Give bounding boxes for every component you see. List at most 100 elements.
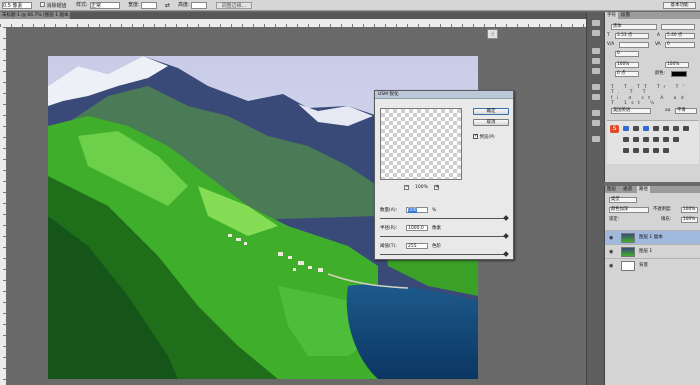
leading-field[interactable]: 5.40 点 [665, 33, 695, 39]
refine-edge-button[interactable]: 调整边缘... [216, 2, 252, 9]
preview-checkbox[interactable]: 预览(P) [473, 133, 495, 141]
cancel-button[interactable]: 取消 [473, 119, 509, 126]
unsharp-mask-dialog: USM 锐化 确定 取消 预览(P) − 100% + 数量(A): 500 %… [374, 90, 514, 260]
preview-window[interactable] [380, 108, 462, 180]
tab-character[interactable]: 字符 [605, 12, 618, 19]
style-icon-17[interactable] [653, 148, 659, 153]
layer-thumbnail [621, 233, 635, 243]
brush-icon[interactable] [592, 136, 600, 142]
blend-mode-select[interactable]: 颜色加深 [609, 207, 649, 213]
height-field[interactable] [191, 2, 207, 9]
character-icon[interactable] [592, 110, 600, 116]
style-icon-18[interactable] [663, 148, 669, 153]
amount-row: 数量(A): 500 % [380, 207, 510, 214]
layer-row[interactable]: ◉ 背景 [605, 258, 700, 272]
style-select[interactable]: 正常 [90, 2, 120, 9]
kerning-field[interactable] [619, 42, 649, 48]
threshold-label: 阈值(T): [380, 244, 397, 249]
tab-paragraph[interactable]: 段落 [619, 12, 632, 19]
type-style-buttons[interactable]: T T TT Tr T' T, T T [611, 85, 700, 95]
vertical-ruler [0, 27, 6, 385]
amount-input[interactable]: 500 [406, 207, 428, 213]
style-icon-10[interactable] [643, 137, 649, 142]
tab-layers[interactable]: 图层 [605, 186, 618, 193]
style-icon-15[interactable] [633, 148, 639, 153]
masks-icon[interactable] [592, 94, 600, 100]
style-icon-7[interactable] [683, 126, 689, 131]
horizontal-ruler [0, 19, 586, 27]
style-icon-16[interactable] [643, 148, 649, 153]
style-icon-8[interactable] [623, 137, 629, 142]
antialias-method-select[interactable]: 平滑 [675, 108, 697, 114]
antialias-check-icon[interactable] [40, 2, 45, 7]
threshold-slider-thumb[interactable] [503, 251, 509, 257]
width-field[interactable] [141, 2, 157, 9]
checkmark-icon[interactable] [473, 133, 478, 139]
threshold-slider[interactable] [380, 251, 509, 257]
opentype-buttons[interactable]: fi σ st A ad T 1st ½ [611, 96, 700, 106]
antialias-checkbox[interactable]: 消除锯齿 [40, 2, 67, 9]
font-family-select[interactable]: 黑体 [611, 24, 657, 30]
layer-name[interactable]: 图层 1 副本 [639, 231, 663, 245]
vertical-scale-field[interactable]: 100% [615, 62, 639, 68]
zoom-in-button[interactable]: + [434, 185, 439, 190]
hand-icon[interactable]: ☝ [487, 29, 498, 39]
dialog-title[interactable]: USM 锐化 [375, 91, 513, 99]
layer-kind-filter[interactable]: 类型 [609, 197, 637, 203]
threshold-row: 阈值(T): 255 色阶 [380, 243, 510, 250]
style-icon-9[interactable] [633, 137, 639, 142]
tab-paths[interactable]: 路径 [637, 186, 650, 193]
visibility-eye-icon[interactable]: ◉ [609, 249, 615, 255]
tsume-field[interactable]: 0 [615, 51, 639, 57]
swap-icon[interactable]: ⇄ [165, 2, 170, 9]
paragraph-icon[interactable] [592, 120, 600, 126]
layer-name[interactable]: 背景 [639, 259, 648, 273]
color-icon[interactable] [592, 48, 600, 54]
adjustments-icon[interactable] [592, 84, 600, 90]
font-size-field[interactable]: 3.53 点 [615, 33, 649, 39]
radius-slider[interactable] [380, 233, 509, 239]
styles-icon[interactable] [592, 68, 600, 74]
layer-row[interactable]: ◉ 图层 1 [605, 244, 700, 258]
style-icon-11[interactable] [653, 137, 659, 142]
tracking-field[interactable]: 0 [665, 42, 695, 48]
radius-slider-thumb[interactable] [503, 233, 509, 239]
style-icon-12[interactable] [663, 137, 669, 142]
preview-label: 预览(P) [479, 135, 495, 140]
actions-icon[interactable] [592, 30, 600, 36]
style-icon-14[interactable] [623, 148, 629, 153]
style-icon-2[interactable] [633, 126, 639, 131]
horizontal-scale-field[interactable]: 100% [665, 62, 689, 68]
document-tab[interactable]: 未标题-1 @ 66.7% (图层 1 副本, RGB/8) [0, 12, 70, 25]
swatches-icon[interactable] [592, 58, 600, 64]
s-logo-icon[interactable]: S [610, 125, 619, 133]
workspace-select[interactable]: 基本功能 [663, 2, 696, 9]
history-icon[interactable] [592, 20, 600, 26]
amount-slider[interactable] [380, 215, 509, 221]
text-color-swatch[interactable] [671, 71, 687, 77]
zoom-out-button[interactable]: − [404, 185, 409, 190]
feather-size-field[interactable]: 0.5 像素 [2, 2, 32, 9]
style-icon-6[interactable] [673, 126, 679, 131]
style-icon-1[interactable] [623, 126, 629, 131]
opacity-field[interactable]: 100% [681, 207, 698, 213]
language-select[interactable]: 美国英语 [611, 108, 651, 114]
ok-button[interactable]: 确定 [473, 108, 509, 115]
baseline-shift-field[interactable]: 0 点 [615, 71, 639, 77]
style-icon-13[interactable] [673, 137, 679, 142]
font-style-select[interactable] [661, 24, 695, 30]
radius-input[interactable]: 1000.0 [406, 225, 428, 231]
layer-name[interactable]: 图层 1 [639, 245, 652, 259]
style-icon-4[interactable] [653, 126, 659, 131]
lock-label: 锁定: [609, 217, 620, 222]
visibility-eye-icon[interactable]: ◉ [609, 235, 615, 241]
style-icon-5[interactable] [663, 126, 669, 131]
threshold-input[interactable]: 255 [406, 243, 428, 249]
antialias-label: 消除锯齿 [46, 3, 67, 9]
layer-row[interactable]: ◉ 图层 1 副本 [605, 230, 700, 244]
tab-channels[interactable]: 通道 [621, 186, 634, 193]
style-icon-3[interactable] [643, 126, 649, 131]
fill-field[interactable]: 100% [681, 217, 698, 223]
amount-slider-thumb[interactable] [502, 215, 509, 221]
visibility-eye-icon[interactable]: ◉ [609, 263, 615, 269]
